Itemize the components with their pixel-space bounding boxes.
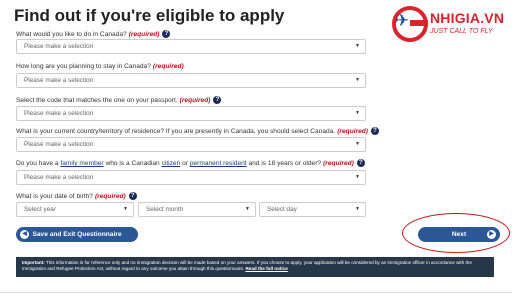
question-duration-label: How long are you planning to stay in Can…	[16, 63, 184, 70]
help-icon[interactable]: ?	[356, 159, 365, 167]
dropdown-arrow-icon: ▼	[355, 77, 360, 83]
question-passport-code-label: Select the code that matches the one on …	[16, 96, 222, 104]
question-family-member-label: Do you have a family member who is a Can…	[16, 159, 365, 167]
dropdown-arrow-icon: ▼	[355, 206, 360, 212]
read-full-notice-link[interactable]: Read the full notice	[245, 266, 287, 271]
family-member-link[interactable]: family member	[60, 160, 103, 167]
divider	[0, 292, 512, 293]
dropdown-arrow-icon: ▼	[355, 174, 360, 180]
question-dob-label: What is your date of birth? (required)?	[16, 192, 137, 200]
question-purpose-label: What would you like to do in Canada? (req…	[16, 30, 171, 38]
logo-name: NHIGIA.VN	[430, 10, 505, 26]
help-icon[interactable]: ?	[162, 30, 171, 38]
passport-code-select[interactable]: Please make a selection ▼	[16, 106, 366, 121]
nhigia-logo: ✈ NHIGIA.VN JUST CALL TO FLY	[390, 2, 508, 46]
residence-select[interactable]: Please make a selection ▼	[16, 137, 366, 152]
page-title: Find out if you're eligible to apply	[14, 6, 285, 25]
permanent-resident-link[interactable]: permanent resident	[190, 160, 247, 167]
airplane-icon: ✈	[395, 11, 410, 30]
required-marker: (required)	[128, 30, 160, 38]
dob-month-select[interactable]: Select month ▼	[138, 202, 256, 217]
family-member-select[interactable]: Please make a selection ▼	[16, 170, 366, 185]
dropdown-arrow-icon: ▼	[123, 206, 128, 212]
purpose-select[interactable]: Please make a selection ▼	[16, 39, 366, 54]
back-arrow-icon: ◀	[20, 230, 29, 239]
dropdown-arrow-icon: ▼	[355, 43, 360, 49]
dropdown-arrow-icon: ▼	[245, 206, 250, 212]
required-marker: (required)	[152, 63, 184, 70]
help-icon[interactable]: ?	[128, 192, 137, 200]
required-marker: (required)	[337, 127, 369, 135]
required-marker: (required)	[179, 96, 211, 104]
dropdown-arrow-icon: ▼	[355, 110, 360, 116]
highlight-circle	[402, 213, 510, 253]
important-notice: Important: This information is for refer…	[16, 257, 494, 277]
question-residence-label: What is your current country/territory o…	[16, 127, 380, 135]
dob-year-select[interactable]: Select year ▼	[16, 202, 134, 217]
help-icon[interactable]: ?	[213, 96, 222, 104]
help-icon[interactable]: ?	[371, 127, 380, 135]
dob-day-select[interactable]: Select day ▼	[259, 202, 366, 217]
required-marker: (required)	[94, 192, 126, 200]
citizen-link[interactable]: citizen	[162, 160, 181, 167]
duration-select[interactable]: Please make a selection ▼	[16, 73, 366, 88]
save-and-exit-button[interactable]: ◀ Save and Exit Questionnaire	[16, 227, 138, 242]
dropdown-arrow-icon: ▼	[355, 141, 360, 147]
required-marker: (required)	[323, 159, 354, 167]
logo-tagline: JUST CALL TO FLY	[430, 28, 493, 35]
